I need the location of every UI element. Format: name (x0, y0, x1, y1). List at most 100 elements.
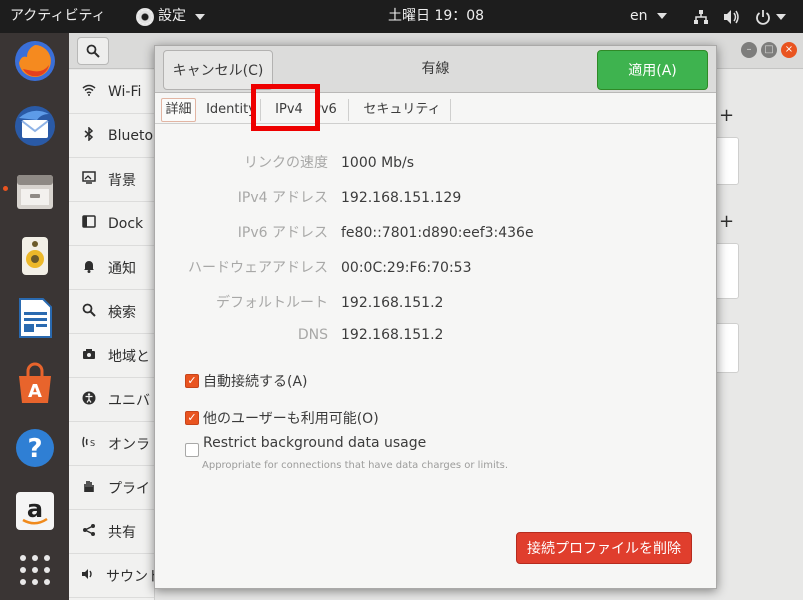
sidebar-item-label: 検索 (108, 304, 136, 321)
dialog-tabs: 詳細 Identity IPv4 IPv6 セキュリティ (155, 93, 716, 124)
accessibility-icon (81, 391, 97, 409)
detail-row-ipv6: IPv6 アドレス fe80::7801:d890:eef3:436e (155, 221, 716, 245)
amazon-icon[interactable]: a (12, 488, 58, 534)
chevron-down-icon (195, 13, 205, 20)
tab-label: セキュリティ (363, 102, 441, 117)
sidebar-item-label: 地域と (108, 348, 150, 365)
power-icon (756, 9, 770, 25)
sidebar-item-notifications[interactable]: 通知 (69, 246, 154, 290)
help-icon[interactable]: ? (12, 425, 58, 471)
hand-icon (81, 479, 97, 497)
checkbox-label: 自動接続する(A) (203, 374, 308, 390)
bluetooth-icon (81, 125, 97, 145)
sidebar-item-label: ユニバ (108, 392, 150, 409)
tab-details[interactable]: 詳細 (159, 96, 198, 124)
detail-label: IPv4 アドレス (237, 190, 328, 206)
wifi-icon (81, 84, 97, 100)
sidebar-item-online-accounts[interactable]: S オンラ (69, 422, 154, 466)
sidebar-item-universal-access[interactable]: ユニバ (69, 378, 154, 422)
detail-row-hardware-address: ハードウェアアドレス 00:0C:29:F6:70:53 (155, 256, 716, 280)
activities-button[interactable]: アクティビティ (10, 0, 106, 33)
sidebar-item-label: 背景 (108, 172, 136, 189)
system-tray[interactable] (693, 0, 786, 33)
window-controls: – □ × (741, 42, 797, 58)
camera-icon (81, 348, 97, 364)
sidebar-item-background[interactable]: 背景 (69, 158, 154, 202)
tab-ipv6[interactable]: IPv6 (315, 96, 349, 124)
detail-row-default-route: デフォルトルート 192.168.151.2 (155, 291, 716, 315)
svg-text:S: S (90, 439, 95, 448)
chevron-down-icon (656, 13, 667, 19)
sidebar-item-privacy[interactable]: プライ (69, 466, 154, 510)
sidebar-item-label: サウンド (106, 568, 154, 585)
language-indicator[interactable]: en (630, 0, 667, 33)
add-icon[interactable]: + (719, 211, 734, 232)
checkbox-label: 他のユーザーも利用可能(O) (203, 411, 379, 427)
checkbox-label: Restrict background data usage (203, 435, 427, 451)
sidebar-item-sound[interactable]: サウンド (69, 554, 154, 598)
detail-row-link-speed: リンクの速度 1000 Mb/s (155, 151, 716, 175)
online-accounts-icon: S (81, 435, 97, 453)
tab-security[interactable]: セキュリティ (353, 96, 451, 124)
sidebar-item-label: 共有 (108, 524, 136, 541)
thunderbird-icon[interactable] (12, 103, 58, 149)
all-users-checkbox[interactable]: ✓ (185, 411, 199, 425)
settings-sidebar: Wi-Fi Blueto 背景 Dock 通知 検索 地域と ユニバ S オンラ… (69, 70, 155, 600)
close-icon[interactable]: × (781, 42, 797, 58)
highlight-box (251, 84, 320, 131)
sidebar-item-label: Wi-Fi (108, 83, 142, 100)
writer-icon[interactable] (12, 295, 58, 341)
detail-value: fe80::7801:d890:eef3:436e (341, 225, 534, 241)
auto-connect-option[interactable]: ✓ 自動接続する(A) (185, 371, 308, 391)
clock[interactable]: 土曜日 19：08 (388, 0, 484, 33)
rhythmbox-icon[interactable] (12, 233, 58, 279)
sidebar-item-dock[interactable]: Dock (69, 202, 154, 246)
sidebar-item-search[interactable]: 検索 (69, 290, 154, 334)
sidebar-item-label: Blueto (108, 127, 154, 144)
bell-icon (81, 259, 97, 277)
detail-label: ハードウェアアドレス (188, 260, 328, 276)
restrict-background-option[interactable]: Restrict background data usage (185, 435, 426, 457)
detail-value: 192.168.151.2 (341, 327, 444, 343)
svg-text:A: A (28, 381, 42, 402)
files-icon[interactable] (3, 168, 58, 214)
background-icon (81, 171, 97, 188)
sidebar-item-bluetooth[interactable]: Blueto (69, 114, 154, 158)
sidebar-item-sharing[interactable]: 共有 (69, 510, 154, 554)
gear-icon (136, 7, 154, 26)
detail-label: DNS (297, 327, 328, 343)
add-icon[interactable]: + (719, 105, 734, 126)
restrict-background-checkbox[interactable] (185, 443, 199, 457)
all-users-option[interactable]: ✓ 他のユーザーも利用可能(O) (185, 408, 379, 428)
detail-label: リンクの速度 (244, 155, 328, 171)
software-center-icon[interactable]: A (12, 361, 58, 407)
share-icon (81, 523, 97, 541)
search-icon (81, 303, 97, 321)
minimize-icon[interactable]: – (741, 42, 757, 58)
tab-label: 詳細 (161, 98, 196, 122)
search-button[interactable] (77, 37, 109, 65)
wired-dialog: キャンセル(C) 有線 適用(A) 詳細 Identity IPv4 IPv6 … (154, 45, 717, 589)
restrict-description: Appropriate for connections that have da… (202, 460, 509, 471)
detail-row-ipv4: IPv4 アドレス 192.168.151.129 (155, 186, 716, 210)
app-grid-icon[interactable] (12, 547, 58, 593)
firefox-icon[interactable] (12, 38, 58, 84)
sidebar-item-region[interactable]: 地域と (69, 334, 154, 378)
sound-icon (81, 567, 95, 585)
svg-text:a: a (27, 495, 43, 523)
search-icon (86, 44, 100, 58)
sidebar-item-wifi[interactable]: Wi-Fi (69, 70, 154, 114)
app-menu[interactable]: 設定 (136, 0, 205, 33)
sidebar-item-label: 通知 (108, 260, 136, 277)
detail-value: 192.168.151.129 (341, 190, 462, 206)
apply-button[interactable]: 適用(A) (597, 50, 708, 90)
top-bar: アクティビティ 設定 土曜日 19：08 en (0, 0, 803, 33)
auto-connect-checkbox[interactable]: ✓ (185, 374, 199, 388)
language-label: en (630, 8, 648, 24)
tab-label: Identity (206, 102, 256, 117)
sidebar-item-label: プライ (108, 480, 150, 497)
maximize-icon[interactable]: □ (761, 42, 777, 58)
delete-profile-button[interactable]: 接続プロファイルを削除 (516, 532, 692, 564)
detail-value: 1000 Mb/s (341, 155, 415, 171)
detail-label: デフォルトルート (216, 295, 328, 311)
